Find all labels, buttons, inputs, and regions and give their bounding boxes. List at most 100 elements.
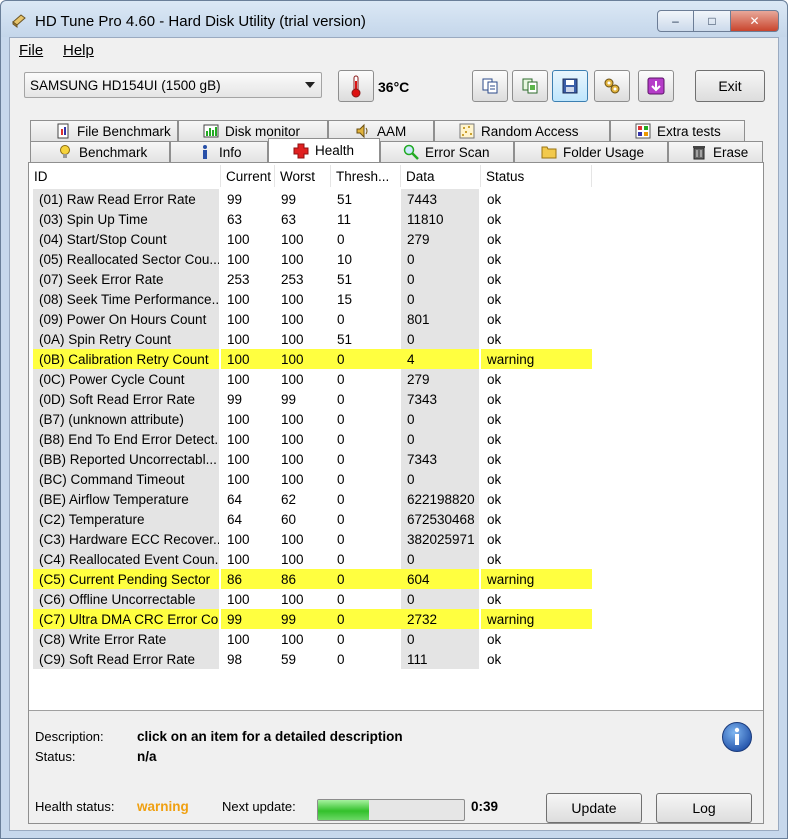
table-row[interactable]: (C7) Ultra DMA CRC Error Co... 99 99 0 2732 w… [29, 609, 629, 629]
tab-file-benchmark[interactable]: File Benchmark [30, 120, 178, 141]
table-row[interactable]: (0D) Soft Read Error Rate 99 99 0 7343 ok [29, 389, 629, 409]
table-row[interactable]: (C9) Soft Read Error Rate 98 59 0 111 ok [29, 649, 629, 669]
title-bar[interactable]: HD Tune Pro 4.60 - Hard Disk Utility (tr… [1, 1, 787, 37]
table-row[interactable]: (BE) Airflow Temperature 64 62 0 622198820 ok [29, 489, 629, 509]
cell-status: ok [487, 412, 502, 427]
cell-id: (BB) Reported Uncorrectabl... [33, 449, 219, 469]
cell-current: 64 [227, 512, 243, 527]
cell-data: 11810 [401, 209, 479, 229]
exit-button[interactable]: Exit [695, 70, 765, 102]
tab-benchmark[interactable]: Benchmark [30, 141, 170, 162]
tab-erase-label: Erase [713, 144, 749, 160]
cell-worst: 100 [281, 292, 304, 307]
cell-current: 99 [227, 192, 243, 207]
table-row[interactable]: (03) Spin Up Time 63 63 11 11810 ok [29, 209, 629, 229]
cell-id: (0D) Soft Read Error Rate [33, 389, 219, 409]
copy-info-button[interactable] [472, 70, 508, 102]
cell-worst: 60 [281, 512, 297, 527]
maximize-button[interactable]: □ [694, 10, 731, 32]
cell-worst: 99 [281, 192, 297, 207]
table-row[interactable]: (0B) Calibration Retry Count 100 100 0 4 warn… [29, 349, 629, 369]
cell-current: 100 [227, 452, 250, 467]
table-row[interactable]: (C8) Write Error Rate 100 100 0 0 ok [29, 629, 629, 649]
update-button[interactable]: Update [546, 793, 642, 823]
cell-status: ok [487, 452, 502, 467]
thermometer-icon [351, 75, 361, 98]
column-header-worst[interactable]: Worst [275, 165, 331, 187]
tab-info[interactable]: Info [170, 141, 268, 162]
tab-random-access[interactable]: Random Access [434, 120, 610, 141]
file-benchmark-icon [57, 123, 69, 139]
copy-icon [482, 78, 498, 94]
status-label: Status: [35, 749, 76, 764]
cell-current: 100 [227, 232, 250, 247]
table-row[interactable]: (0C) Power Cycle Count 100 100 0 279 ok [29, 369, 629, 389]
cell-current: 86 [221, 569, 275, 589]
column-header-id[interactable]: ID [29, 165, 221, 187]
copy-screen-icon [522, 78, 538, 94]
log-button[interactable]: Log [656, 793, 752, 823]
table-row[interactable]: (04) Start/Stop Count 100 100 0 279 ok [29, 229, 629, 249]
cell-status: ok [487, 492, 502, 507]
cell-worst: 99 [275, 609, 331, 629]
cell-thresh: 51 [337, 272, 353, 287]
cell-thresh: 0 [331, 609, 401, 629]
cell-worst: 62 [281, 492, 297, 507]
tab-error-scan[interactable]: Error Scan [380, 141, 514, 162]
column-header-threshold[interactable]: Thresh... [331, 165, 401, 187]
tab-erase[interactable]: Erase [668, 141, 763, 162]
tab-extra-tests[interactable]: Extra tests [610, 120, 745, 141]
cell-status: ok [487, 332, 502, 347]
column-header-data[interactable]: Data [401, 165, 481, 187]
menu-help[interactable]: Help [63, 42, 94, 59]
table-row[interactable]: (01) Raw Read Error Rate 99 99 51 7443 ok [29, 189, 629, 209]
table-row[interactable]: (0A) Spin Retry Count 100 100 51 0 ok [29, 329, 629, 349]
cell-current: 64 [227, 492, 243, 507]
menu-file[interactable]: File [19, 42, 43, 59]
cell-status: ok [487, 252, 502, 267]
table-row[interactable]: (B7) (unknown attribute) 100 100 0 0 ok [29, 409, 629, 429]
column-header-status[interactable]: Status [481, 165, 592, 187]
tab-health[interactable]: Health [268, 138, 380, 162]
table-row[interactable]: (05) Reallocated Sector Cou... 100 100 10 0 o… [29, 249, 629, 269]
save-button[interactable] [552, 70, 588, 102]
drive-select[interactable]: SAMSUNG HD154UI (1500 gB) [24, 72, 322, 98]
table-row[interactable]: (C6) Offline Uncorrectable 100 100 0 0 ok [29, 589, 629, 609]
minimize-button[interactable]: – [657, 10, 694, 32]
table-row[interactable]: (BC) Command Timeout 100 100 0 0 ok [29, 469, 629, 489]
table-row[interactable]: (BB) Reported Uncorrectabl... 100 100 0 7343… [29, 449, 629, 469]
cell-worst: 100 [281, 592, 304, 607]
copy-screenshot-button[interactable] [512, 70, 548, 102]
cell-current: 100 [227, 632, 250, 647]
cell-id: (C2) Temperature [33, 509, 219, 529]
table-row[interactable]: (07) Seek Error Rate 253 253 51 0 ok [29, 269, 629, 289]
close-button[interactable]: ✕ [731, 10, 779, 32]
cell-id: (C5) Current Pending Sector [33, 569, 219, 589]
next-update-progress [317, 799, 465, 821]
tab-folder-usage[interactable]: Folder Usage [514, 141, 668, 162]
table-row[interactable]: (C2) Temperature 64 60 0 672530468 ok [29, 509, 629, 529]
table-row[interactable]: (C4) Reallocated Event Coun... 100 100 0 0 ok [29, 549, 629, 569]
cell-worst: 100 [281, 232, 304, 247]
cell-id: (01) Raw Read Error Rate [33, 189, 219, 209]
cell-thresh: 0 [337, 452, 345, 467]
table-row[interactable]: (09) Power On Hours Count 100 100 0 801 ok [29, 309, 629, 329]
chevron-down-icon [305, 82, 315, 88]
cell-worst: 63 [281, 212, 297, 227]
table-row[interactable]: (B8) End To End Error Detect... 100 100 0 0 o… [29, 429, 629, 449]
table-row[interactable]: (C3) Hardware ECC Recover... 100 100 0 38202… [29, 529, 629, 549]
smart-attribute-list[interactable]: ID Current Worst Thresh... Data Status (… [29, 163, 763, 711]
cell-status: ok [487, 312, 502, 327]
cell-thresh: 0 [337, 412, 345, 427]
download-button[interactable] [638, 70, 674, 102]
options-button[interactable] [594, 70, 630, 102]
temperature-button[interactable] [338, 70, 374, 102]
table-row[interactable]: (08) Seek Time Performance... 100 100 15 0 ok [29, 289, 629, 309]
cell-id: (C8) Write Error Rate [33, 629, 219, 649]
table-row[interactable]: (C5) Current Pending Sector 86 86 0 604 warni… [29, 569, 629, 589]
cell-status: ok [487, 432, 502, 447]
cell-thresh: 0 [337, 592, 345, 607]
column-header-current[interactable]: Current [221, 165, 275, 187]
cell-thresh: 0 [337, 432, 345, 447]
cell-thresh: 0 [331, 569, 401, 589]
